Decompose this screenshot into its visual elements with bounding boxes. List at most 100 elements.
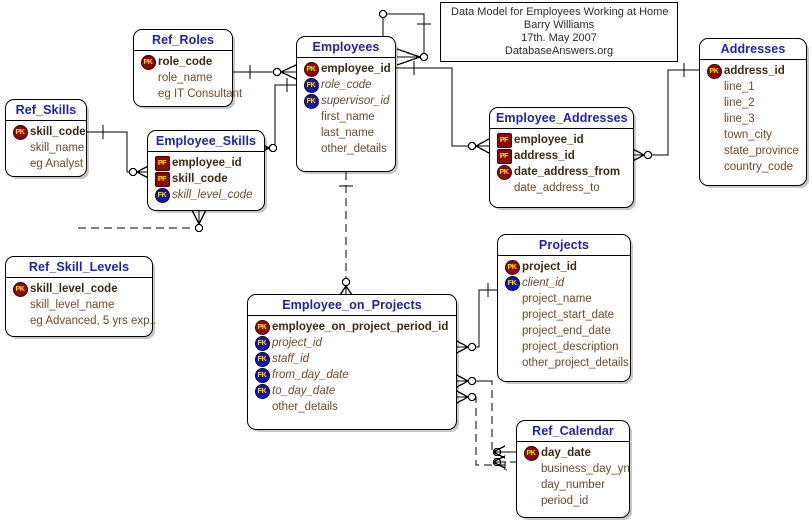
rel-employees-empaddr — [396, 61, 490, 154]
entity-title: Ref_Roles — [134, 30, 232, 51]
attribute-row: FK to_day_date — [252, 383, 452, 399]
attribute-row: PF skill_code — [152, 171, 260, 187]
attribute-list: PK role_code role_name eg IT Consultant — [134, 51, 243, 107]
entity-projects[interactable]: Projects PK project_id FK client_id projec… — [497, 234, 631, 382]
attribute-row: PK skill_code — [10, 124, 86, 140]
attribute-row: PK day_date — [521, 445, 625, 461]
entity-employee-addresses[interactable]: Employee_Addresses PF employee_id PF addre… — [489, 107, 634, 208]
attribute-row: eg IT Consultant — [158, 88, 243, 100]
attribute-row: business_day_yn — [541, 463, 630, 475]
rel-roles-employees — [233, 64, 297, 80]
rel-projects-emponprojects — [454, 283, 497, 355]
pf-badge: PF — [494, 148, 514, 164]
entity-title: Ref_Skills — [6, 100, 86, 121]
fk-badge: FK — [152, 187, 172, 203]
entity-title: Employee_Addresses — [490, 108, 633, 129]
entity-ref-roles[interactable]: Ref_Roles PK role_code role_name eg IT Co… — [133, 29, 243, 107]
attribute-row: line_2 — [724, 97, 755, 109]
title-line-2: Barry Williams — [523, 19, 595, 31]
pk-badge: PK — [138, 54, 158, 70]
attribute-row: PK employee_on_project_period_id — [252, 319, 452, 335]
attribute-row: project_name — [522, 293, 592, 305]
attribute-row: role_name — [158, 72, 213, 84]
attribute-row: eg Analyst — [30, 158, 84, 170]
fk-badge: FK — [252, 383, 272, 399]
attribute-row: PF address_id — [494, 148, 629, 164]
pk-badge: PK — [10, 124, 30, 140]
attribute-list: PK employee_on_project_period_id FK projec… — [248, 316, 456, 420]
pk-badge: PK — [494, 164, 514, 180]
title-line-3: 17th. May 2007 — [521, 32, 597, 44]
attribute-row: project_end_date — [522, 325, 611, 337]
attribute-row: period_id — [541, 495, 589, 507]
attribute-row: date_address_to — [514, 182, 600, 194]
attribute-row: PK date_address_from — [494, 164, 629, 180]
attribute-row: other_details — [272, 401, 338, 413]
title-line-1: Data Model for Employees Working at Home — [451, 6, 669, 18]
attribute-list: PK project_id FK client_id project_name pr… — [498, 256, 630, 376]
pk-badge: PK — [521, 445, 541, 461]
attribute-row: FK staff_id — [252, 351, 452, 367]
entity-title: Employee_Skills — [148, 131, 264, 152]
attribute-row: FK skill_level_code — [152, 187, 260, 203]
attribute-row: FK role_code — [301, 77, 391, 93]
attribute-row: line_3 — [724, 113, 755, 125]
rel-calendar-from-day — [454, 373, 516, 459]
attribute-row: PK role_code — [138, 54, 228, 70]
entity-title: Ref_Skill_Levels — [6, 257, 152, 278]
pf-badge: PF — [152, 171, 172, 187]
attribute-row: FK supervisor_id — [301, 93, 391, 109]
pk-badge: PK — [10, 281, 30, 297]
attribute-list: PK employee_id FK role_code FK supervisor_i… — [297, 58, 395, 162]
fk-badge: FK — [502, 275, 522, 291]
attribute-row: FK from_day_date — [252, 367, 452, 383]
attribute-row: other_details — [321, 143, 387, 155]
entity-title: Ref_Calendar — [517, 421, 629, 442]
attribute-row: skill_level_name — [30, 299, 115, 311]
entity-employees[interactable]: Employees PK employee_id FK role_code FK su… — [296, 36, 396, 172]
attribute-row: last_name — [321, 127, 375, 139]
attribute-row: FK client_id — [502, 275, 626, 291]
entity-title: Employees — [297, 37, 395, 58]
fk-badge: FK — [301, 93, 321, 109]
pf-badge: PF — [152, 155, 172, 171]
attribute-row: project_start_date — [522, 309, 615, 321]
attribute-row: day_number — [541, 479, 605, 491]
entity-addresses[interactable]: Addresses PK address_id line_1 line_2 lin… — [699, 38, 807, 186]
attribute-row: skill_name — [30, 142, 85, 154]
rel-skills-empskills — [87, 125, 151, 180]
attribute-list: PK address_id line_1 line_2 line_3 town_c… — [700, 60, 806, 180]
entity-employee-skills[interactable]: Employee_Skills PF employee_id PF skill_co… — [147, 130, 265, 211]
fk-badge: FK — [301, 77, 321, 93]
attribute-list: PK skill_level_code skill_level_name eg A… — [6, 278, 156, 334]
attribute-row: state_province — [724, 145, 799, 157]
attribute-row: other_project_details — [522, 357, 629, 369]
attribute-row: PK employee_id — [301, 61, 391, 77]
rel-calendar-to-day — [454, 389, 516, 471]
pf-badge: PF — [494, 132, 514, 148]
er-diagram-canvas: Data Model for Employees Working at Home… — [0, 0, 812, 526]
rel-employees-emponprojects — [337, 172, 355, 299]
attribute-row: eg Advanced, 5 yrs exp.. — [30, 315, 156, 327]
diagram-title-block: Data Model for Employees Working at Home… — [440, 2, 678, 62]
attribute-row: project_description — [522, 341, 619, 353]
entity-ref-skills[interactable]: Ref_Skills PK skill_code skill_name eg An… — [5, 99, 87, 177]
entity-title: Addresses — [700, 39, 806, 60]
attribute-list: PF employee_id PF address_id PK date_addres… — [490, 129, 633, 201]
pk-badge: PK — [502, 259, 522, 275]
entity-ref-calendar[interactable]: Ref_Calendar PK day_date business_day_yn … — [516, 420, 630, 518]
attribute-list: PK day_date business_day_yn day_number pe… — [517, 442, 630, 514]
attribute-row: line_1 — [724, 81, 755, 93]
attribute-row: country_code — [724, 161, 794, 173]
attribute-list: PK skill_code skill_name eg Analyst — [6, 121, 86, 177]
entity-employee-on-projects[interactable]: Employee_on_Projects PK employee_on_proje… — [247, 294, 457, 430]
attribute-row: FK project_id — [252, 335, 452, 351]
pk-badge: PK — [704, 63, 724, 79]
fk-badge: FK — [252, 351, 272, 367]
entity-ref-skill-levels[interactable]: Ref_Skill_Levels PK skill_level_code skil… — [5, 256, 156, 337]
pk-badge: PK — [252, 319, 272, 335]
pk-badge: PK — [301, 61, 321, 77]
entity-title: Projects — [498, 235, 630, 256]
attribute-row: town_city — [724, 129, 772, 141]
fk-badge: FK — [252, 367, 272, 383]
